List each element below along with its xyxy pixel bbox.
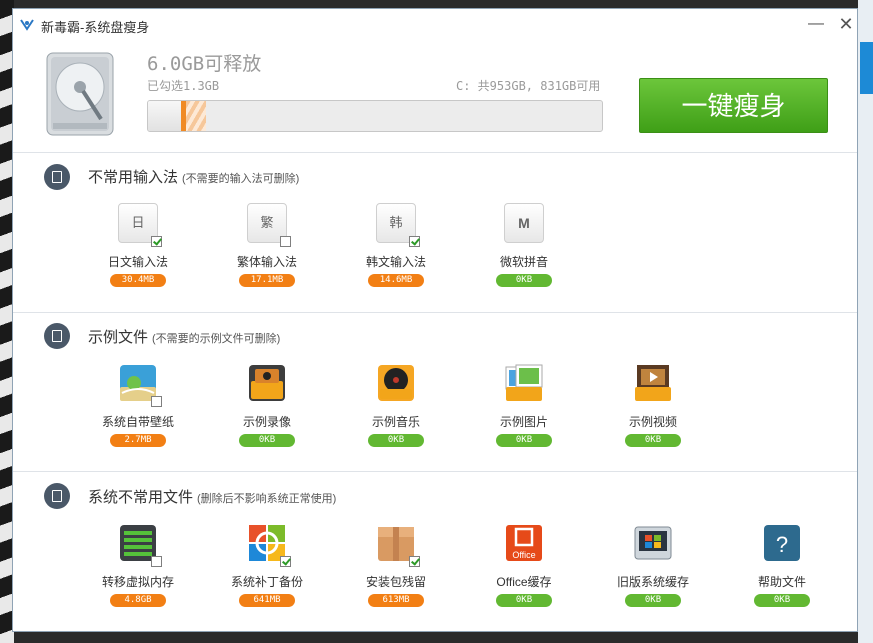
size-badge: 613MB xyxy=(368,594,424,607)
size-badge: 0KB xyxy=(625,594,681,607)
section-subtitle: (不需要的输入法可删除) xyxy=(182,173,300,185)
minimize-button[interactable]: — xyxy=(805,13,827,35)
item-installer-leftover: 安装包残留 613MB xyxy=(331,523,461,633)
item-help-files: ? 帮助文件 0KB xyxy=(717,523,847,633)
item-label: 系统补丁备份 xyxy=(230,575,303,589)
title-bar: 新毒霸-系统盘瘦身 — ✕ xyxy=(13,9,857,39)
size-badge: 641MB xyxy=(239,594,295,607)
background-app-strip xyxy=(860,42,873,94)
item-label: 帮助文件 xyxy=(757,575,806,589)
pictures-icon[interactable] xyxy=(504,363,544,403)
item-label: 安装包残留 xyxy=(365,575,426,589)
item-label: 示例音乐 xyxy=(371,415,420,429)
section-title-system-files: 系统不常用文件 (删除后不影响系统正常使用) xyxy=(88,486,336,507)
size-badge: 0KB xyxy=(754,594,810,607)
size-badge: 0KB xyxy=(496,274,552,287)
item-sample-video: 示例视频 0KB xyxy=(588,363,718,473)
item-label: 示例视频 xyxy=(628,415,677,429)
item-label: 微软拼音 xyxy=(499,255,548,269)
section-title-sample-files: 示例文件 (不需要的示例文件可删除) xyxy=(88,326,280,347)
item-traditional-ime: 繁 繁体输入法 17.1MB xyxy=(202,203,332,313)
item-label: 繁体输入法 xyxy=(236,255,297,269)
traditional-ime-checkbox[interactable] xyxy=(280,236,291,247)
item-old-system-cache: 旧版系统缓存 0KB xyxy=(588,523,718,633)
size-badge: 14.6MB xyxy=(368,274,424,287)
section-title-text: 系统不常用文件 xyxy=(88,489,194,506)
item-label: 韩文输入法 xyxy=(365,255,426,269)
item-label: 旧版系统缓存 xyxy=(616,575,689,589)
size-badge: 2.7MB xyxy=(110,434,166,447)
section-title-input-methods: 不常用输入法 (不需要的输入法可删除) xyxy=(88,166,299,187)
item-office-cache: Office Office缓存 0KB xyxy=(459,523,589,633)
item-patch-backup: 系统补丁备份 641MB xyxy=(202,523,332,633)
item-label: 系统自带壁纸 xyxy=(101,415,174,429)
item-microsoft-pinyin: M 微软拼音 0KB xyxy=(459,203,589,313)
installer-leftover-checkbox[interactable] xyxy=(409,556,420,567)
free-space-text: 6.0GB可释放 xyxy=(147,53,262,75)
item-sample-pictures: 示例图片 0KB xyxy=(459,363,589,473)
section-title-text: 示例文件 xyxy=(88,329,149,346)
office-icon[interactable]: Office xyxy=(504,523,544,563)
music-icon[interactable] xyxy=(376,363,416,403)
size-badge: 4.8GB xyxy=(110,594,166,607)
section-subtitle: (不需要的示例文件可删除) xyxy=(152,333,281,345)
size-badge: 17.1MB xyxy=(239,274,295,287)
help-icon[interactable]: ? xyxy=(762,523,802,563)
item-label: Office缓存 xyxy=(496,575,552,589)
one-click-slim-button[interactable]: 一键瘦身 xyxy=(639,78,828,133)
section-divider xyxy=(13,312,857,313)
input-method-section-icon xyxy=(44,164,70,190)
size-badge: 0KB xyxy=(625,434,681,447)
item-sample-recording: 示例录像 0KB xyxy=(202,363,332,473)
desktop-background-right xyxy=(858,0,873,643)
item-label: 日文输入法 xyxy=(107,255,168,269)
disk-info-text: C: 共953GB, 831GB可用 xyxy=(456,79,601,93)
size-badge: 0KB xyxy=(496,434,552,447)
size-badge: 0KB xyxy=(496,594,552,607)
office-icon-text: Office xyxy=(512,550,535,560)
size-badge: 30.4MB xyxy=(110,274,166,287)
microsoft-pinyin-icon[interactable]: M xyxy=(504,203,544,243)
hard-disk-icon xyxy=(46,52,114,136)
disk-slim-window: 新毒霸-系统盘瘦身 — ✕ 6.0GB可释放 已勾选1.3GB C: 共953G… xyxy=(12,8,858,632)
help-icon-text: ? xyxy=(776,532,788,557)
close-button[interactable]: ✕ xyxy=(835,13,857,35)
duba-logo-icon xyxy=(20,19,34,31)
progress-bar xyxy=(147,100,603,132)
sample-files-section-icon xyxy=(44,323,70,349)
old-windows-icon[interactable] xyxy=(633,523,673,563)
item-japanese-ime: 日 日文输入法 30.4MB xyxy=(73,203,203,313)
progress-stripe xyxy=(185,101,206,131)
window-title: 新毒霸-系统盘瘦身 xyxy=(41,20,150,35)
selected-size-text: 已勾选1.3GB xyxy=(147,79,220,93)
section-divider xyxy=(13,152,857,153)
system-wallpaper-checkbox[interactable] xyxy=(151,396,162,407)
section-subtitle: (删除后不影响系统正常使用) xyxy=(197,493,337,505)
size-badge: 0KB xyxy=(239,434,295,447)
item-virtual-memory: 转移虚拟内存 4.8GB xyxy=(73,523,203,633)
video-recording-icon[interactable] xyxy=(247,363,287,403)
item-label: 示例录像 xyxy=(242,415,291,429)
patch-backup-checkbox[interactable] xyxy=(280,556,291,567)
item-sample-music: 示例音乐 0KB xyxy=(331,363,461,473)
video-icon[interactable] xyxy=(633,363,673,403)
korean-ime-checkbox[interactable] xyxy=(409,236,420,247)
virtual-memory-checkbox[interactable] xyxy=(151,556,162,567)
progress-fill xyxy=(148,101,186,131)
item-label: 转移虚拟内存 xyxy=(101,575,174,589)
system-files-section-icon xyxy=(44,483,70,509)
item-system-wallpaper: 系统自带壁纸 2.7MB xyxy=(73,363,203,473)
japanese-ime-checkbox[interactable] xyxy=(151,236,162,247)
item-korean-ime: 韩 韩文输入法 14.6MB xyxy=(331,203,461,313)
section-title-text: 不常用输入法 xyxy=(88,169,179,186)
size-badge: 0KB xyxy=(368,434,424,447)
section-divider xyxy=(13,471,857,472)
item-label: 示例图片 xyxy=(499,415,548,429)
